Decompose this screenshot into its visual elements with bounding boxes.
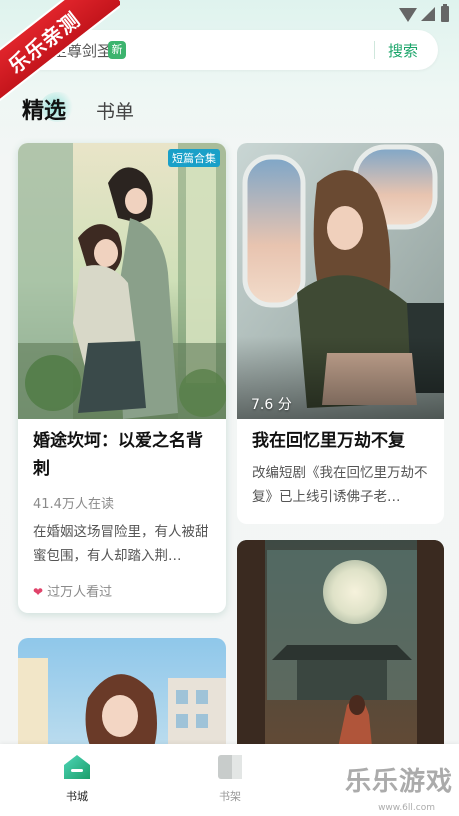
book-score: 7.6 分 [251,397,292,413]
reader-count: 41.4万人在读 [33,497,114,512]
book-description: 在婚姻这场冒险里，有人被甜蜜包围，有人却踏入荆… [33,524,209,564]
tag-badge: 短篇合集 [168,149,220,167]
nav-bookstore[interactable]: 书城 [47,754,107,804]
bookshelf-icon [218,755,242,779]
book-title[interactable]: 婚途坎坷：以爱之名背刺 [33,427,213,483]
watermark-ribbon-text: 乐乐亲测 [0,0,120,110]
search-divider [374,41,375,59]
home-icon [64,755,90,779]
nav-label: 书城 [66,790,88,803]
watermark-ribbon: 乐乐亲测 [0,0,120,120]
search-button[interactable]: 搜索 [388,40,418,61]
wifi-icon [399,8,417,22]
watermark-brand: 乐乐游戏 [344,767,453,797]
book-card[interactable]: 7.6 分 我在回忆里万劫不复 改编短剧《我在回忆里万劫不复》已上线引诱佛子老… [237,143,444,524]
battery-icon [441,4,449,22]
nav-label: 书架 [219,790,241,803]
watermark-url: www.6ll.com [378,803,435,813]
book-title[interactable]: 我在回忆里万劫不复 [252,427,432,455]
book-card[interactable]: 短篇合集 婚途坎坷：以爱之名背刺 41.4万人在读 在婚姻这场冒险里，有人被甜蜜… [18,143,226,613]
heat-indicator: ❤ 过万人看过 [33,581,112,600]
heart-icon: ❤ [33,585,44,599]
book-description: 改编短剧《我在回忆里万劫不复》已上线引诱佛子老… [252,465,428,505]
book-cover[interactable]: 短篇合集 [18,143,226,419]
nav-bookshelf[interactable]: 书架 [200,754,260,804]
book-cover[interactable]: 7.6 分 [237,143,444,419]
signal-icon [421,7,435,21]
heat-text: 过万人看过 [47,585,113,600]
